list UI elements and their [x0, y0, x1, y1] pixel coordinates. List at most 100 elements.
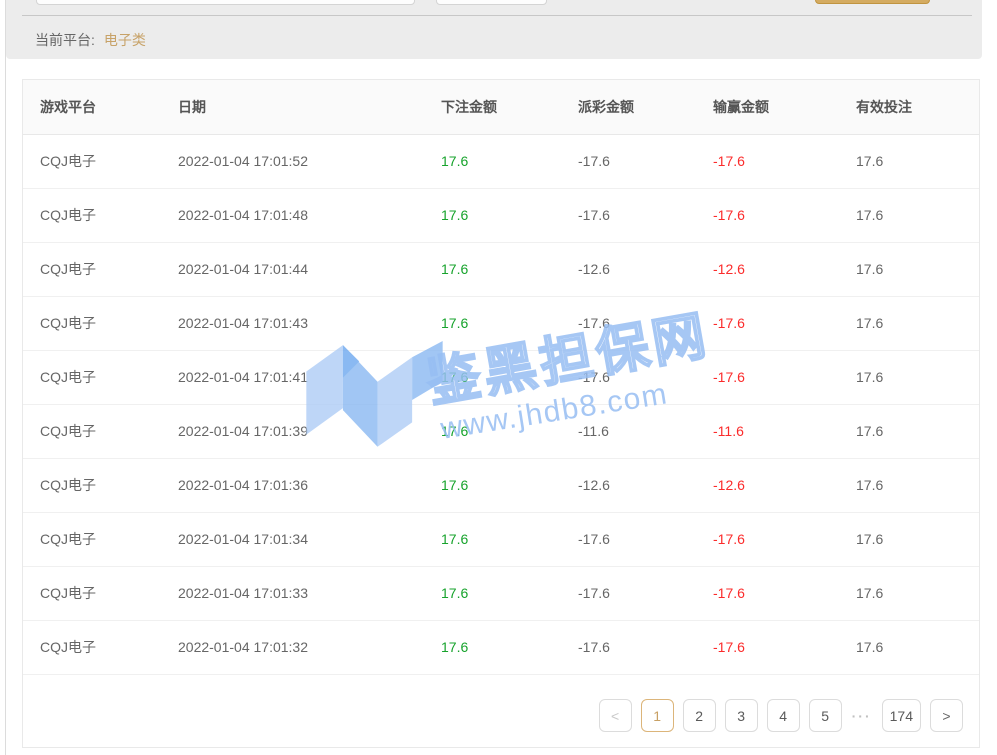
cell-date: 2022-01-04 17:01:41: [178, 350, 441, 404]
cell-date: 2022-01-04 17:01:33: [178, 566, 441, 620]
cell-payout-amount: -17.6: [578, 296, 713, 350]
bet-records-table: 游戏平台 日期 下注金额 派彩金额 输赢金额 有效投注 CQJ电子 2022-0…: [23, 80, 979, 675]
table-row: CQJ电子 2022-01-04 17:01:52 17.6 -17.6 -17…: [23, 134, 979, 188]
cell-game-platform: CQJ电子: [23, 512, 178, 566]
cell-game-platform: CQJ电子: [23, 404, 178, 458]
date-range-input[interactable]: [36, 0, 415, 5]
cell-payout-amount: -12.6: [578, 458, 713, 512]
page-left-border: [5, 0, 6, 755]
cell-winloss-amount: -11.6: [713, 404, 856, 458]
cell-bet-amount: 17.6: [441, 188, 578, 242]
pagination: < 12345 ··· 174 >: [599, 699, 963, 732]
table-row: CQJ电子 2022-01-04 17:01:41 17.6 -17.6 -17…: [23, 350, 979, 404]
col-header-winloss-amount: 输赢金额: [713, 80, 856, 134]
cell-date: 2022-01-04 17:01:43: [178, 296, 441, 350]
cell-bet-amount: 17.6: [441, 620, 578, 674]
table-row: CQJ电子 2022-01-04 17:01:32 17.6 -17.6 -17…: [23, 620, 979, 674]
col-header-payout-amount: 派彩金额: [578, 80, 713, 134]
filter-panel: 当前平台: 电子类: [6, 0, 982, 59]
pagination-prev-button[interactable]: <: [599, 699, 632, 732]
pagination-page-button[interactable]: 4: [767, 699, 800, 732]
cell-bet-amount: 17.6: [441, 458, 578, 512]
cell-game-platform: CQJ电子: [23, 620, 178, 674]
cell-date: 2022-01-04 17:01:36: [178, 458, 441, 512]
cell-winloss-amount: -17.6: [713, 620, 856, 674]
panel-divider: [22, 15, 972, 16]
table-body: CQJ电子 2022-01-04 17:01:52 17.6 -17.6 -17…: [23, 134, 979, 674]
cell-winloss-amount: -12.6: [713, 458, 856, 512]
cell-winloss-amount: -17.6: [713, 188, 856, 242]
table-row: CQJ电子 2022-01-04 17:01:36 17.6 -12.6 -12…: [23, 458, 979, 512]
pagination-page-button[interactable]: 3: [725, 699, 758, 732]
col-header-date: 日期: [178, 80, 441, 134]
cell-game-platform: CQJ电子: [23, 188, 178, 242]
cell-valid-bet: 17.6: [856, 512, 979, 566]
cell-bet-amount: 17.6: [441, 242, 578, 296]
search-button[interactable]: [815, 0, 930, 4]
col-header-game-platform: 游戏平台: [23, 80, 178, 134]
cell-game-platform: CQJ电子: [23, 458, 178, 512]
cell-bet-amount: 17.6: [441, 566, 578, 620]
table-header-row: 游戏平台 日期 下注金额 派彩金额 输赢金额 有效投注: [23, 80, 979, 134]
cell-winloss-amount: -17.6: [713, 512, 856, 566]
pagination-next-button[interactable]: >: [930, 699, 963, 732]
cell-valid-bet: 17.6: [856, 566, 979, 620]
current-platform-label: 当前平台:: [35, 32, 95, 48]
cell-valid-bet: 17.6: [856, 620, 979, 674]
table-row: CQJ电子 2022-01-04 17:01:44 17.6 -12.6 -12…: [23, 242, 979, 296]
cell-bet-amount: 17.6: [441, 296, 578, 350]
cell-winloss-amount: -17.6: [713, 566, 856, 620]
current-platform-value: 电子类: [104, 32, 146, 48]
cell-valid-bet: 17.6: [856, 350, 979, 404]
cell-bet-amount: 17.6: [441, 134, 578, 188]
cell-valid-bet: 17.6: [856, 188, 979, 242]
cell-game-platform: CQJ电子: [23, 134, 178, 188]
pagination-ellipsis-icon: ···: [851, 699, 873, 732]
table-row: CQJ电子 2022-01-04 17:01:48 17.6 -17.6 -17…: [23, 188, 979, 242]
cell-winloss-amount: -17.6: [713, 134, 856, 188]
cell-winloss-amount: -12.6: [713, 242, 856, 296]
pagination-last-page-button[interactable]: 174: [882, 699, 921, 732]
platform-select[interactable]: [436, 0, 547, 5]
table-row: CQJ电子 2022-01-04 17:01:34 17.6 -17.6 -17…: [23, 512, 979, 566]
cell-game-platform: CQJ电子: [23, 242, 178, 296]
cell-bet-amount: 17.6: [441, 512, 578, 566]
cell-date: 2022-01-04 17:01:34: [178, 512, 441, 566]
cell-bet-amount: 17.6: [441, 404, 578, 458]
cell-payout-amount: -17.6: [578, 350, 713, 404]
cell-payout-amount: -11.6: [578, 404, 713, 458]
table-row: CQJ电子 2022-01-04 17:01:39 17.6 -11.6 -11…: [23, 404, 979, 458]
cell-date: 2022-01-04 17:01:44: [178, 242, 441, 296]
cell-payout-amount: -17.6: [578, 620, 713, 674]
cell-bet-amount: 17.6: [441, 350, 578, 404]
col-header-valid-bet: 有效投注: [856, 80, 979, 134]
current-platform-bar: 当前平台: 电子类: [35, 30, 146, 50]
cell-payout-amount: -17.6: [578, 566, 713, 620]
cell-payout-amount: -17.6: [578, 134, 713, 188]
pagination-page-button[interactable]: 5: [809, 699, 842, 732]
pagination-page-button[interactable]: 1: [641, 699, 674, 732]
cell-date: 2022-01-04 17:01:52: [178, 134, 441, 188]
cell-game-platform: CQJ电子: [23, 350, 178, 404]
cell-valid-bet: 17.6: [856, 458, 979, 512]
table-row: CQJ电子 2022-01-04 17:01:43 17.6 -17.6 -17…: [23, 296, 979, 350]
cell-game-platform: CQJ电子: [23, 296, 178, 350]
col-header-bet-amount: 下注金额: [441, 80, 578, 134]
table-row: CQJ电子 2022-01-04 17:01:33 17.6 -17.6 -17…: [23, 566, 979, 620]
cell-valid-bet: 17.6: [856, 404, 979, 458]
cell-valid-bet: 17.6: [856, 134, 979, 188]
pagination-page-button[interactable]: 2: [683, 699, 716, 732]
cell-valid-bet: 17.6: [856, 242, 979, 296]
cell-date: 2022-01-04 17:01:32: [178, 620, 441, 674]
cell-winloss-amount: -17.6: [713, 296, 856, 350]
cell-date: 2022-01-04 17:01:48: [178, 188, 441, 242]
cell-payout-amount: -17.6: [578, 188, 713, 242]
pagination-pages: 12345: [641, 699, 842, 732]
cell-payout-amount: -17.6: [578, 512, 713, 566]
cell-date: 2022-01-04 17:01:39: [178, 404, 441, 458]
cell-winloss-amount: -17.6: [713, 350, 856, 404]
bet-records-card: 游戏平台 日期 下注金额 派彩金额 输赢金额 有效投注 CQJ电子 2022-0…: [22, 79, 980, 748]
cell-payout-amount: -12.6: [578, 242, 713, 296]
cell-valid-bet: 17.6: [856, 296, 979, 350]
cell-game-platform: CQJ电子: [23, 566, 178, 620]
